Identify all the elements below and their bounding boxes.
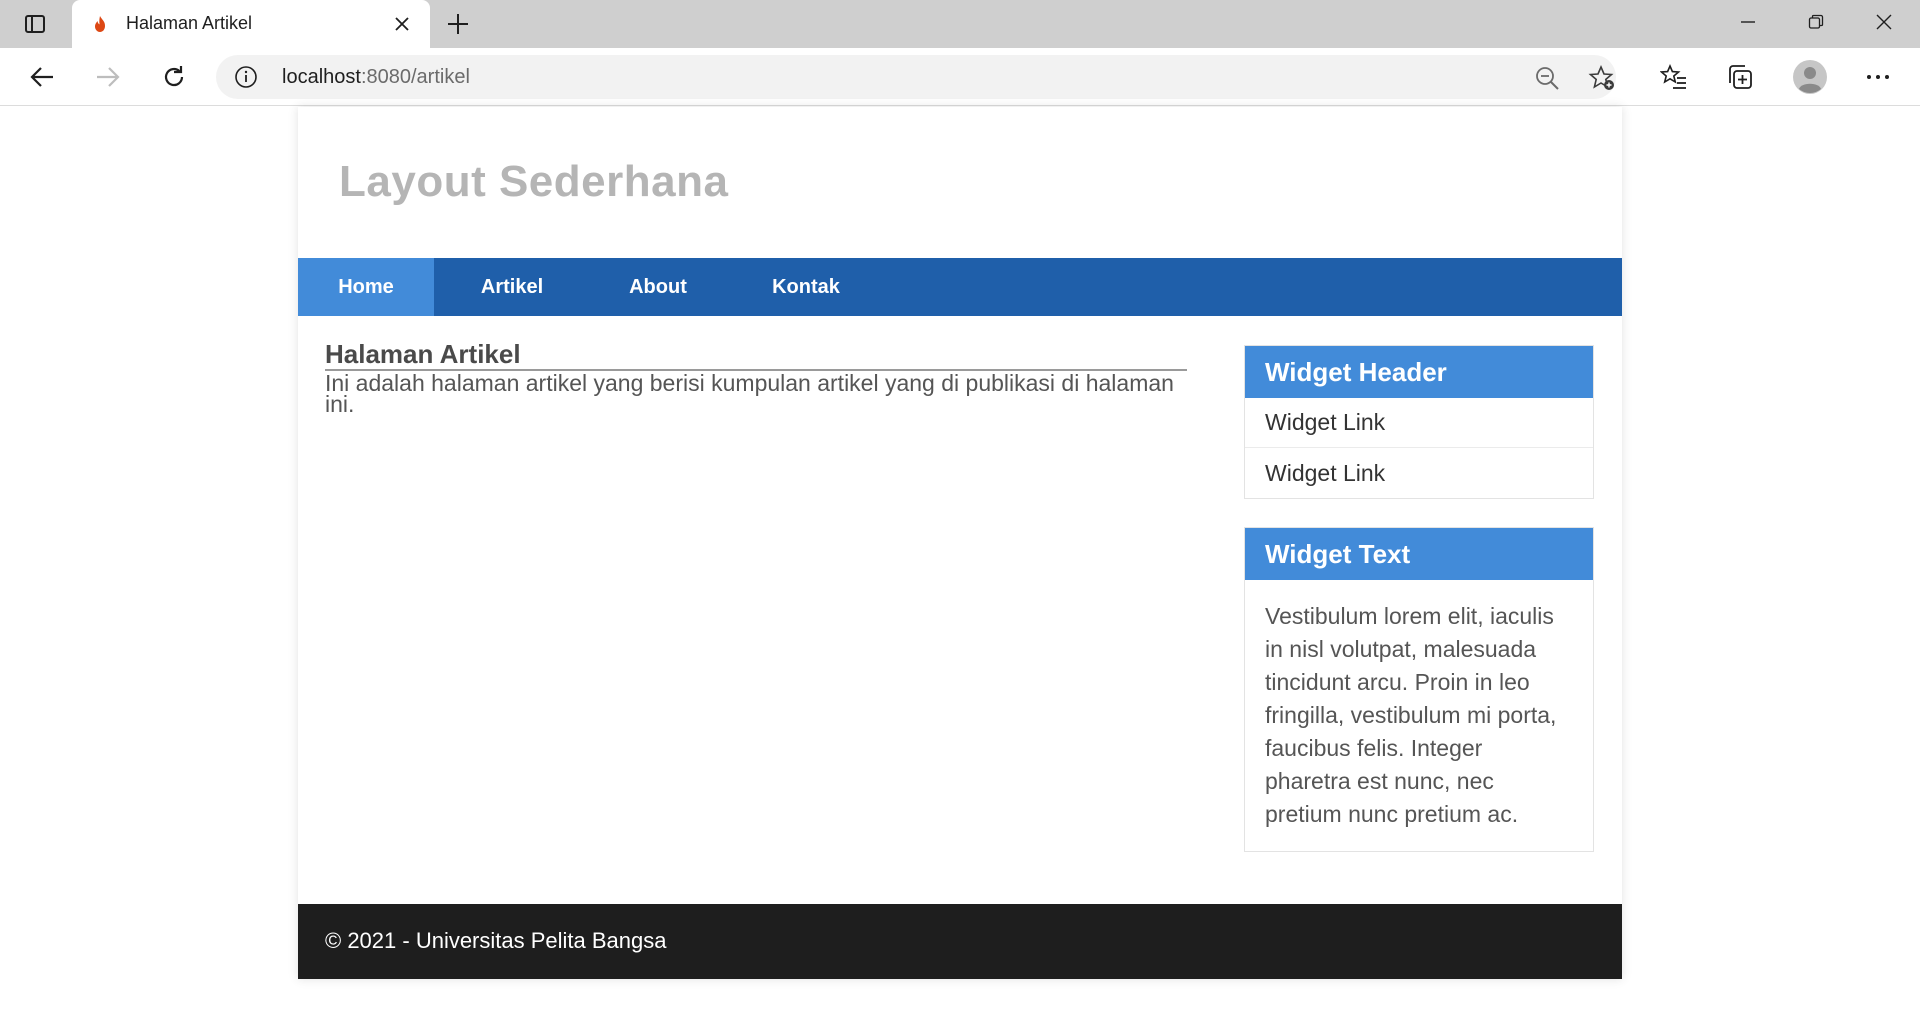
forward-arrow-icon [97,67,120,87]
widget-link[interactable]: Widget Link [1245,398,1593,448]
site-header: Layout Sederhana [298,107,1622,258]
zoom-out-icon[interactable] [1534,65,1560,91]
url-path: :8080/artikel [360,66,470,88]
restore-button[interactable] [1782,0,1850,44]
favorites-list-icon [1660,63,1686,89]
page-title: Halaman Artikel [325,341,1187,371]
nav-about[interactable]: About [590,258,726,316]
add-favorite-icon[interactable] [1588,64,1616,92]
more-options-icon [1867,75,1889,79]
tab-close-button[interactable] [390,12,414,36]
plus-icon [448,14,468,34]
info-icon[interactable] [234,65,258,89]
back-button[interactable] [22,58,62,96]
widget-links: Widget Header Widget Link Widget Link [1244,345,1594,499]
browser-toolbar: localhost:8080/artikel [0,48,1920,106]
restore-icon [1808,14,1824,29]
nav-artikel[interactable]: Artikel [434,258,590,316]
tab-actions-icon [25,15,45,33]
avatar-icon [1793,60,1827,94]
widget-text-body: Vestibulum lorem elit, iaculis in nisl v… [1265,603,1557,827]
refresh-button[interactable] [154,58,194,96]
tab-actions-button[interactable] [0,0,70,48]
minimize-icon [1741,21,1755,23]
new-tab-button[interactable] [443,9,473,39]
url-host: localhost [282,66,361,88]
settings-menu-button[interactable] [1862,61,1894,93]
flame-icon [95,16,105,32]
tab-title: Halaman Artikel [126,13,253,33]
sidebar: Widget Header Widget Link Widget Link Wi… [1244,345,1594,880]
url-text[interactable]: localhost:8080/artikel [282,66,470,89]
refresh-icon [164,66,184,87]
page-container: Layout Sederhana Home Artikel About Kont… [298,107,1622,979]
forward-button[interactable] [88,58,128,96]
profile-button[interactable] [1792,59,1828,95]
minimize-button[interactable] [1714,0,1782,44]
site-title: Layout Sederhana [339,157,729,206]
collections-icon [1729,65,1752,89]
close-window-button[interactable] [1850,0,1918,44]
widget-link[interactable]: Widget Link [1245,448,1593,498]
collections-button[interactable] [1724,61,1756,93]
widget-text-title: Widget Text [1245,528,1593,580]
close-icon [1876,14,1892,30]
widget-text: Widget Text Vestibulum lorem elit, iacul… [1244,527,1594,852]
page-viewport: Layout Sederhana Home Artikel About Kont… [0,107,1920,1020]
favorites-button[interactable] [1658,61,1690,93]
main-nav: Home Artikel About Kontak [298,258,1622,316]
nav-home[interactable]: Home [298,258,434,316]
nav-kontak[interactable]: Kontak [726,258,886,316]
page-description: Ini adalah halaman artikel yang berisi k… [325,370,1174,417]
main-content: Halaman Artikel Ini adalah halaman artik… [325,341,1187,417]
site-footer: © 2021 - Universitas Pelita Bangsa [298,904,1622,979]
close-icon [395,17,409,31]
address-bar[interactable]: localhost:8080/artikel [216,55,1616,99]
browser-tab-bar: Halaman Artikel [0,0,1920,48]
widget-header-title: Widget Header [1245,346,1593,398]
footer-copyright: © 2021 - Universitas Pelita Bangsa [325,928,667,953]
back-arrow-icon [30,67,53,87]
browser-tab[interactable]: Halaman Artikel [72,0,430,48]
